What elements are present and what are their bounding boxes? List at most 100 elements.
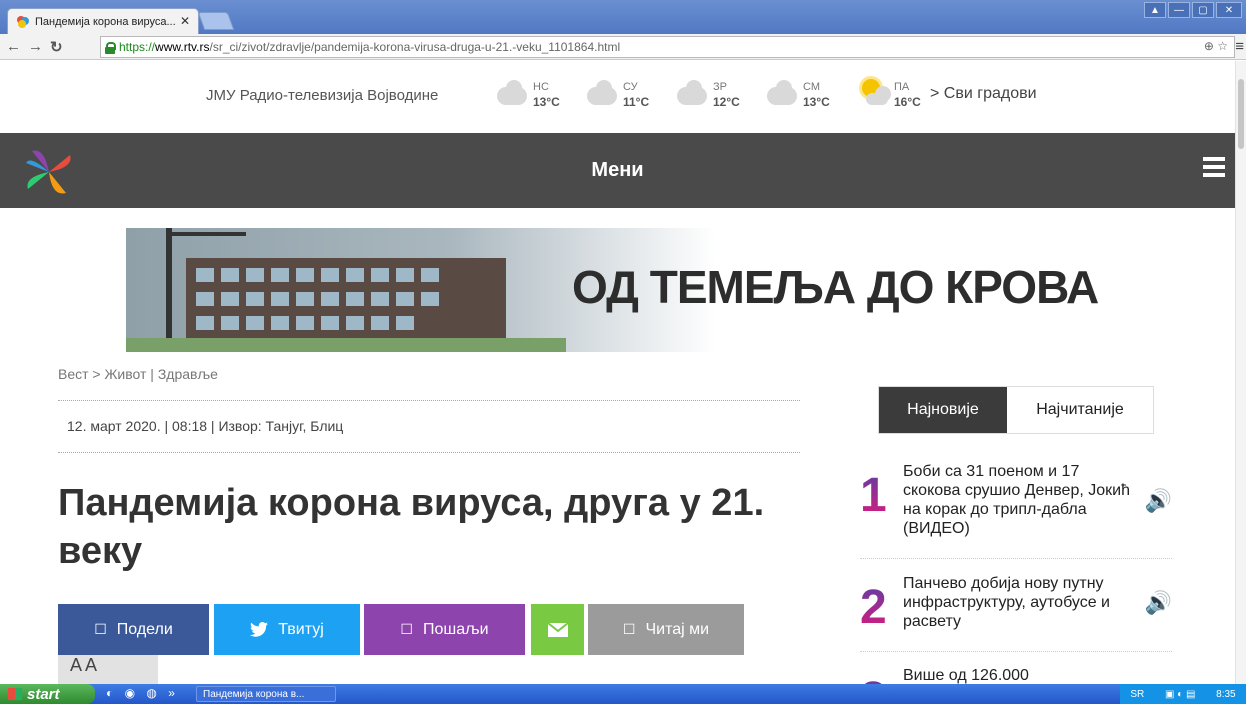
facebook-icon: ☐: [94, 621, 107, 637]
tab-close-icon[interactable]: ✕: [180, 14, 190, 28]
browser-toolbar: ← → ↻ https:// www.rtv.rs /sr_ci/zivot/z…: [0, 34, 1246, 60]
language-indicator[interactable]: SR: [1130, 689, 1144, 700]
share-label: Читај ми: [645, 620, 710, 638]
cloud-icon: [767, 80, 797, 105]
account-icon[interactable]: ▲: [1144, 2, 1166, 18]
quick-launch-icons[interactable]: ◐ ◉ ◍ »: [106, 686, 179, 700]
taskbar-window-item[interactable]: Пандемија корона в...: [196, 686, 336, 702]
sidebar-tabs: Најновије Најчитаније: [878, 386, 1154, 434]
news-number: 3: [860, 672, 887, 684]
send-icon: ☐: [400, 621, 413, 637]
news-number: 1: [860, 469, 887, 522]
weather-item[interactable]: ПА 16°C: [858, 79, 938, 117]
banner-text: ОД ТЕМЕЉА ДО КРОВА: [572, 261, 1099, 313]
twitter-icon: [250, 622, 269, 637]
weather-item[interactable]: ЗР 12°C: [677, 80, 757, 117]
divider: [58, 400, 800, 401]
page-scrollbar[interactable]: [1235, 61, 1246, 684]
lock-icon: [105, 41, 116, 54]
cloud-icon: [677, 80, 707, 105]
weather-item[interactable]: СУ 11°C: [587, 80, 667, 117]
divider: [860, 558, 1172, 559]
weather-bar: ЈМУ Радио-телевизија Војводине НС 13°C С…: [0, 61, 1235, 133]
url-path: /sr_ci/zivot/zdravlje/pandemija-korona-v…: [209, 40, 621, 54]
maximize-icon[interactable]: ▢: [1192, 2, 1214, 18]
article-title: Пандемија корона вируса, друга у 21. век…: [58, 482, 765, 572]
windows-flag-icon: [8, 688, 22, 700]
new-tab-button[interactable]: [197, 12, 235, 30]
weather-temp: 11°C: [623, 95, 650, 109]
news-headline[interactable]: Боби са 31 поеном и 17 скокова срушио Де…: [903, 462, 1139, 538]
clock: 8:35: [1216, 688, 1236, 700]
breadcrumb[interactable]: Вест > Живот | Здравље: [58, 366, 218, 382]
cloud-icon: [587, 80, 617, 105]
site-name[interactable]: ЈМУ Радио-телевизија Војводине: [206, 87, 438, 104]
news-headline[interactable]: Више од 126.000: [903, 666, 1139, 684]
reload-icon[interactable]: ↻: [50, 38, 63, 56]
web-page: ЈМУ Радио-телевизија Војводине НС 13°C С…: [0, 61, 1235, 684]
window-controls: ▲ — ▢ ✕: [1144, 2, 1242, 18]
weather-temp: 16°C: [894, 95, 921, 109]
news-number: 2: [860, 581, 887, 634]
weather-temp: 13°C: [803, 95, 830, 109]
start-button[interactable]: start: [0, 684, 95, 704]
minimize-icon[interactable]: —: [1168, 2, 1190, 18]
os-taskbar: start ◐ ◉ ◍ » Пандемија корона в... SR ▣…: [0, 684, 1246, 704]
weather-temp: 13°C: [533, 95, 560, 109]
ad-banner[interactable]: ОД ТЕМЕЉА ДО КРОВА: [126, 228, 1112, 352]
share-twitter-button[interactable]: Твитуј: [214, 604, 360, 655]
speaker-icon: ☐: [622, 621, 636, 637]
share-send-button[interactable]: ☐ Пошаљи: [364, 604, 525, 655]
news-item[interactable]: 3 Више од 126.000: [860, 666, 1172, 684]
weather-city: НС: [533, 81, 549, 93]
email-button[interactable]: [531, 604, 584, 655]
read-aloud-button[interactable]: ☐ Читај ми: [588, 604, 744, 655]
news-headline[interactable]: Панчево добија нову путну инфраструктуру…: [903, 574, 1139, 631]
share-label: Пошаљи: [422, 620, 489, 638]
share-facebook-button[interactable]: ☐ Подели: [58, 604, 209, 655]
cloud-icon: [866, 86, 891, 105]
news-item[interactable]: 1 Боби са 31 поеном и 17 скокова срушио …: [860, 462, 1172, 552]
system-tray: SR ▣ ◐ ▤ 8:35: [1120, 684, 1246, 704]
weather-city: СУ: [623, 81, 638, 93]
divider: [58, 452, 800, 453]
audio-speaker-icon[interactable]: 🔊: [1145, 488, 1172, 514]
main-menu-bar: Мени: [0, 133, 1235, 208]
weather-item[interactable]: СМ 13°C: [767, 80, 847, 117]
browser-tab[interactable]: Пандемија корона вируса... ✕: [7, 8, 199, 34]
scroll-thumb[interactable]: [1238, 79, 1244, 149]
forward-icon[interactable]: →: [28, 38, 43, 55]
browser-titlebar: Пандемија корона вируса... ✕ ▲ — ▢ ✕: [0, 0, 1246, 34]
news-item[interactable]: 2 Панчево добија нову путну инфраструкту…: [860, 574, 1172, 644]
start-label: start: [27, 685, 60, 703]
envelope-icon: [546, 621, 569, 637]
weather-city: ЗР: [713, 81, 727, 93]
weather-temp: 12°C: [713, 95, 740, 109]
weather-city: СМ: [803, 81, 820, 93]
audio-speaker-icon[interactable]: 🔊: [1145, 590, 1172, 616]
divider: [860, 651, 1172, 652]
cloud-icon: [497, 80, 527, 105]
menu-button[interactable]: Мени: [0, 159, 1235, 182]
tab-title: Пандемија корона вируса...: [35, 15, 176, 28]
article-meta: 12. март 2020. | 08:18 | Извор: Танјуг, …: [67, 418, 344, 434]
hamburger-menu-icon[interactable]: [1203, 157, 1225, 177]
share-label: Подели: [116, 620, 173, 638]
font-size-control[interactable]: A A: [58, 655, 158, 684]
taskbar-window-label: Пандемија корона в...: [203, 688, 305, 700]
back-icon[interactable]: ←: [6, 38, 21, 55]
url-scheme: https://: [119, 40, 156, 54]
url-host: www.rtv.rs: [155, 40, 210, 54]
weather-city: ПА: [894, 81, 910, 93]
close-window-icon[interactable]: ✕: [1216, 2, 1242, 18]
weather-item[interactable]: НС 13°C: [497, 80, 577, 117]
share-label: Твитуј: [278, 620, 324, 638]
tab-latest[interactable]: Најновије: [879, 387, 1007, 433]
browser-menu-icon[interactable]: ≡: [1235, 38, 1244, 55]
tray-icons[interactable]: ▣ ◐ ▤: [1165, 689, 1196, 700]
tab-most-read[interactable]: Најчитаније: [1007, 387, 1153, 433]
rtv-favicon-icon: [17, 15, 29, 28]
zoom-star-icons[interactable]: ⊕ ☆: [1204, 39, 1228, 53]
all-cities-link[interactable]: > Сви градови: [930, 85, 1037, 103]
address-bar[interactable]: https:// www.rtv.rs /sr_ci/zivot/zdravlj…: [100, 36, 1235, 58]
